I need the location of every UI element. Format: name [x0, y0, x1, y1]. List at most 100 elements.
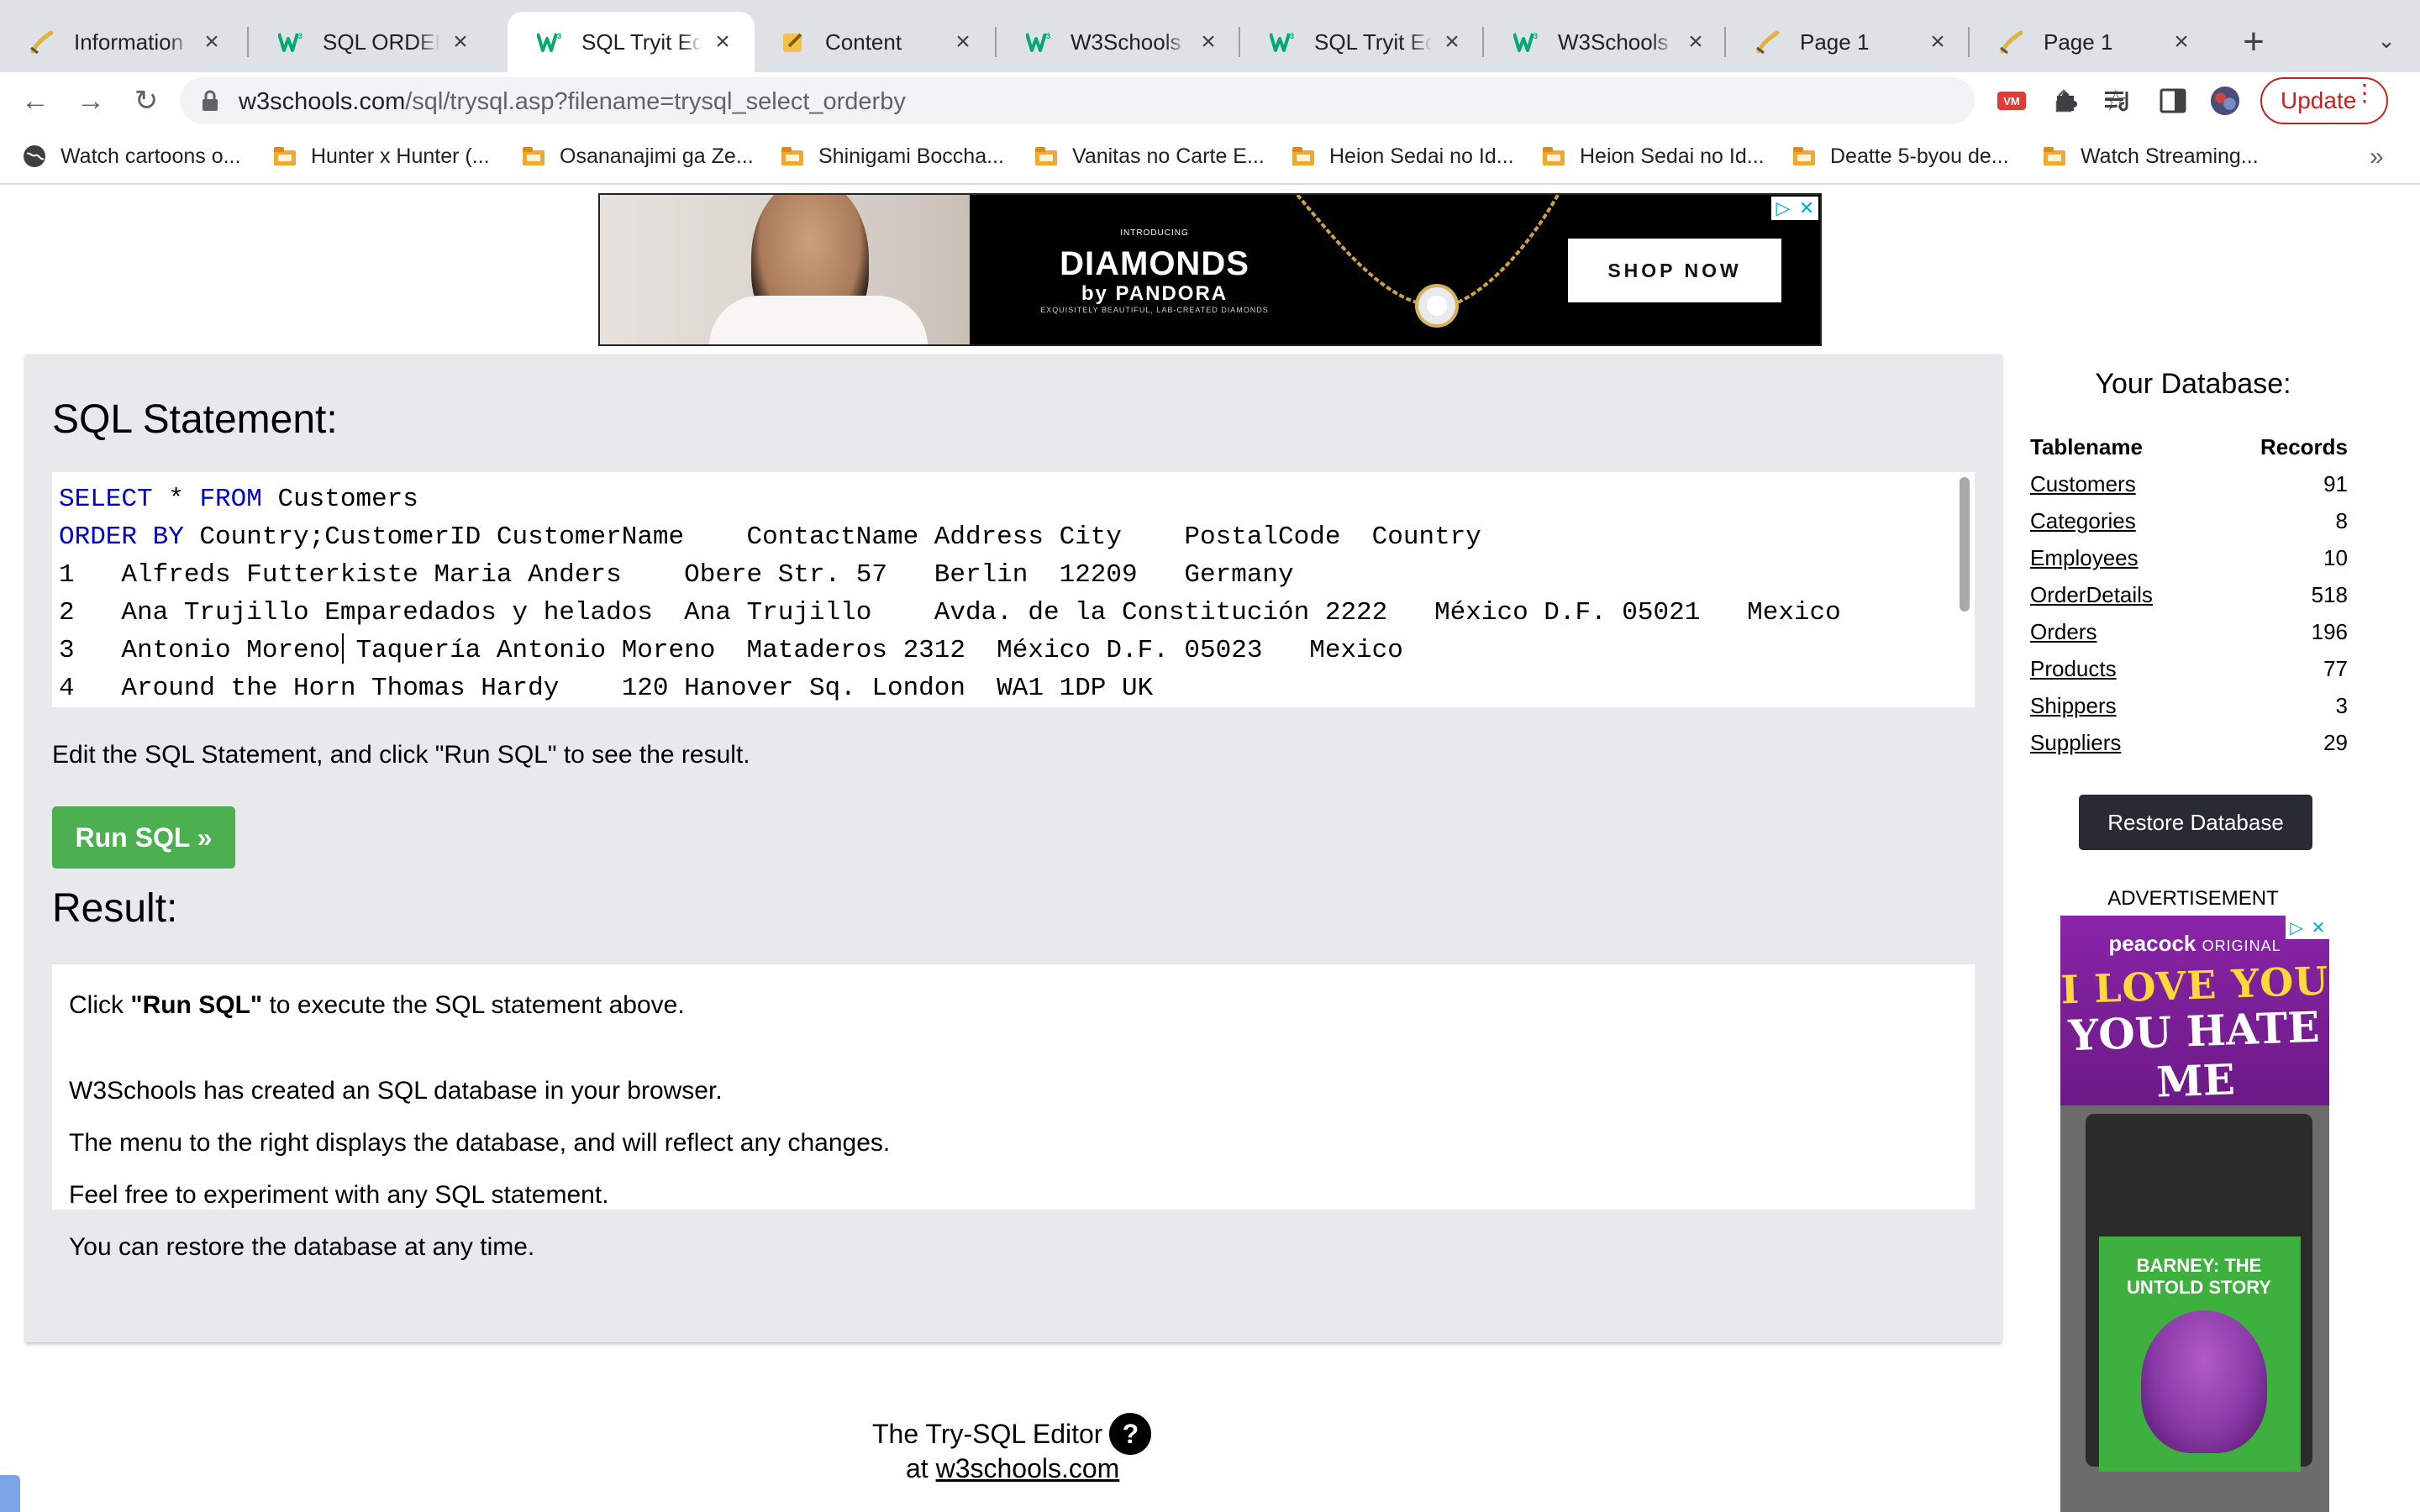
- ad-close-icon[interactable]: ✕: [1795, 197, 1818, 220]
- tab-search-chevron-icon[interactable]: ⌄: [2370, 24, 2403, 57]
- table-name-link[interactable]: Categories: [2030, 508, 2136, 534]
- sql-text: 1 Alfreds Futterkiste Maria Anders Obere…: [59, 560, 1294, 590]
- sql-code-line[interactable]: 1 Alfreds Futterkiste Maria Anders Obere…: [59, 556, 1841, 594]
- url-text[interactable]: w3schools.com/sql/trysql.asp?filename=tr…: [239, 88, 906, 116]
- browser-tab[interactable]: Page 1 ×: [1970, 12, 2213, 72]
- footer-link-line: at w3schools.com: [906, 1453, 1120, 1483]
- sql-code-line[interactable]: 2 Ana Trujillo Emparedados y helados Ana…: [59, 594, 1841, 632]
- table-name-link[interactable]: Products: [2030, 656, 2117, 682]
- table-name-link[interactable]: Shippers: [2030, 693, 2117, 719]
- sql-code-line[interactable]: 4 Around the Horn Thomas Hardy 120 Hanov…: [59, 669, 1841, 707]
- sql-code-line[interactable]: SELECT * FROM Customers: [59, 480, 1841, 518]
- restore-database-button[interactable]: Restore Database: [2079, 795, 2312, 850]
- bookmark-item[interactable]: Shinigami Boccha...: [780, 141, 1004, 171]
- vidmate-extension-icon[interactable]: VM: [1996, 86, 2027, 116]
- new-tab-button[interactable]: +: [2233, 21, 2274, 62]
- tab-close-icon[interactable]: ×: [1682, 28, 1709, 55]
- profile-avatar[interactable]: [2210, 86, 2240, 116]
- tab-title: Information: [74, 29, 184, 55]
- tab-separator: [1239, 27, 1240, 57]
- database-table-row: Products 77: [2030, 650, 2348, 687]
- globe-icon: [24, 145, 45, 167]
- tab-close-icon[interactable]: ×: [1924, 28, 1951, 55]
- back-arrow-icon[interactable]: ←: [13, 79, 57, 123]
- tab-close-icon[interactable]: ×: [447, 28, 474, 55]
- side-panel-icon[interactable]: [2158, 86, 2188, 116]
- bookmark-item[interactable]: Hunter x Hunter (...: [272, 141, 490, 171]
- shop-now-button[interactable]: SHOP NOW: [1568, 239, 1781, 302]
- table-record-count: 77: [2323, 655, 2348, 681]
- run-sql-button[interactable]: Run SQL »: [52, 806, 235, 869]
- lock-icon[interactable]: [198, 89, 222, 113]
- w3schools-link[interactable]: w3schools.com: [936, 1453, 1120, 1483]
- table-record-count: 518: [2311, 581, 2348, 607]
- bookmark-item[interactable]: Heion Sedai no Id...: [1291, 141, 1514, 171]
- database-table: Tablename Records Customers 91 Categories 8…: [2030, 428, 2348, 761]
- result-paragraph: W3Schools has created an SQL database in…: [69, 1077, 723, 1105]
- sql-text: 3 Antonio Moreno Taquería Antonio Moreno…: [59, 636, 1403, 665]
- tab-close-icon[interactable]: ×: [1195, 28, 1222, 55]
- browser-tab[interactable]: 3 SQL ORDER BY Keyword ×: [249, 12, 492, 72]
- editor-scrollbar-thumb[interactable]: [1960, 477, 1970, 612]
- table-name-link[interactable]: Orders: [2030, 619, 2096, 645]
- result-paragraph: Feel free to experiment with any SQL sta…: [69, 1181, 609, 1209]
- pandora-ad-banner[interactable]: INTRODUCING DIAMONDS by PANDORA EXQUISIT…: [598, 193, 1822, 346]
- adchoices-icon[interactable]: ▷: [2286, 916, 2307, 939]
- tab-close-icon[interactable]: ×: [198, 28, 225, 55]
- peacock-side-ad[interactable]: peacock ORIGINAL I LOVE YOU YOU HATE ME …: [2060, 916, 2329, 1512]
- reading-list-icon[interactable]: [2104, 86, 2134, 116]
- adchoices-icon[interactable]: ▷: [1771, 197, 1795, 220]
- ad-choices[interactable]: ▷ ✕: [1771, 197, 1818, 220]
- browser-tab[interactable]: 3 SQL Tryit Editor v1.6 ×: [508, 12, 755, 72]
- bookmarks-overflow-icon[interactable]: »: [2370, 143, 2384, 171]
- browser-tab[interactable]: Page 1 ×: [1726, 12, 1970, 72]
- browser-tab[interactable]: Content ×: [751, 12, 995, 72]
- tab-close-icon[interactable]: ×: [2168, 28, 2195, 55]
- corner-widget[interactable]: [0, 1475, 20, 1512]
- tab-close-icon[interactable]: ×: [950, 28, 976, 55]
- sql-code-text[interactable]: SELECT * FROM Customers ORDER BY Country;…: [59, 480, 1841, 707]
- bookmark-item[interactable]: Watch cartoons o...: [22, 141, 240, 171]
- folder-bookmark-icon: [2044, 147, 2065, 165]
- sql-text: Customers: [261, 485, 418, 514]
- browser-tab[interactable]: 3 W3Schools Tryit Editor×: [1484, 12, 1728, 72]
- ad-tagline: EXQUISITELY BEAUTIFUL, LAB-CREATED DIAMO…: [1040, 306, 1269, 314]
- bookmark-item[interactable]: Deatte 5-byou de...: [1791, 141, 2009, 171]
- folder-bookmark-icon: [1035, 147, 1057, 165]
- result-box: Click "Run SQL" to execute the SQL state…: [52, 964, 1975, 1261]
- table-name-link[interactable]: Suppliers: [2030, 730, 2121, 756]
- bookmark-item[interactable]: Vanitas no Carte E...: [1034, 141, 1265, 171]
- side-ad-choices[interactable]: ▷ ✕: [2286, 916, 2329, 939]
- tab-close-icon[interactable]: ×: [709, 28, 736, 55]
- browser-tab[interactable]: Information ×: [0, 12, 244, 72]
- table-name-link[interactable]: Customers: [2030, 471, 2136, 497]
- sql-text: Country;CustomerID CustomerName ContactN…: [183, 522, 1481, 552]
- tab-separator: [247, 27, 249, 57]
- table-name-link[interactable]: Employees: [2030, 545, 2139, 571]
- ad-close-icon[interactable]: ✕: [2307, 916, 2329, 939]
- browser-tab[interactable]: 3 W3Schools Online Web Tutorials ×: [997, 12, 1240, 72]
- update-button[interactable]: Update ⋮: [2260, 77, 2388, 124]
- svg-text:VM: VM: [2003, 95, 2020, 108]
- forward-arrow-icon[interactable]: →: [69, 79, 113, 123]
- footer-title: The Try-SQL Editor ?: [872, 1413, 1152, 1455]
- tab-close-icon[interactable]: ×: [1439, 28, 1465, 55]
- sql-code-line[interactable]: ORDER BY Country;CustomerID CustomerName…: [59, 518, 1841, 556]
- browser-tab[interactable]: 3 SQL Tryit Editor v1.6 ×: [1240, 12, 1484, 72]
- editor-scrollbar[interactable]: [1954, 472, 1975, 707]
- sql-code-editor[interactable]: SELECT * FROM Customers ORDER BY Country;…: [52, 472, 1975, 707]
- database-table-row: Shippers 3: [2030, 687, 2348, 724]
- bookmark-item[interactable]: Watch Streaming...: [2042, 141, 2259, 171]
- sql-code-line[interactable]: 3 Antonio Moreno Taquería Antonio Moreno…: [59, 632, 1841, 669]
- extensions-puzzle-icon[interactable]: [2050, 86, 2081, 116]
- bookmark-item[interactable]: Osananajimi ga Ze...: [521, 141, 754, 171]
- more-menu-icon[interactable]: ⋮: [2353, 81, 2376, 105]
- table-name-link[interactable]: OrderDetails: [2030, 582, 2153, 608]
- reload-icon[interactable]: ↻: [124, 79, 168, 123]
- svg-text:3: 3: [1046, 32, 1050, 40]
- help-question-icon[interactable]: ?: [1109, 1413, 1152, 1455]
- address-bar[interactable]: w3schools.com/sql/trysql.asp?filename=tr…: [180, 77, 2128, 124]
- tab-title: W3Schools Online Web Tutorials: [1071, 29, 1188, 55]
- bookmark-label: Vanitas no Carte E...: [1072, 144, 1265, 168]
- bookmark-item[interactable]: Heion Sedai no Id...: [1541, 141, 1765, 171]
